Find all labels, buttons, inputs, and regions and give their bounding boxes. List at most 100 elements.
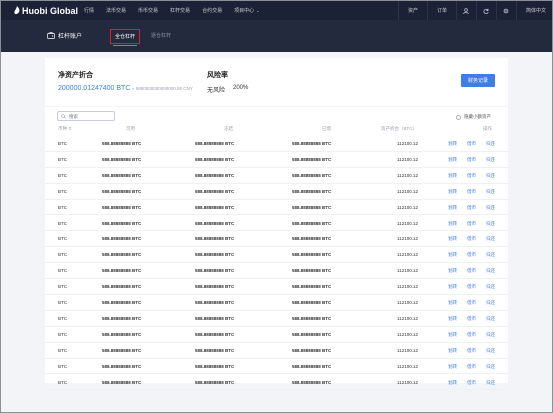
cell-value-btc: 112100.12: [397, 204, 418, 210]
borrow-action[interactable]: 借币: [467, 364, 476, 370]
borrow-action[interactable]: 借币: [467, 173, 476, 179]
transfer-action[interactable]: 划转: [448, 332, 457, 338]
top-right-menu: 资产 订单 简体中文: [397, 1, 552, 20]
repay-action[interactable]: 归还: [486, 141, 495, 147]
cell-frozen: 588.88888888 BTC: [195, 204, 235, 210]
transfer-action[interactable]: 划转: [448, 348, 457, 354]
cell-available: 588.88888888 BTC: [102, 379, 142, 385]
borrow-action[interactable]: 借币: [467, 205, 476, 211]
repay-action[interactable]: 归还: [486, 348, 495, 354]
cell-frozen: 588.88888888 BTC: [195, 236, 235, 242]
cell-frozen: 588.88888888 BTC: [195, 300, 235, 305]
cell-available: 588.88888888 BTC: [102, 141, 142, 146]
cell-frozen: 588.88888888 BTC: [195, 268, 235, 274]
cell-available: 588.88888888 BTC: [102, 331, 142, 337]
refresh-icon: [484, 8, 490, 14]
cell-available: 588.88888888 BTC: [102, 252, 142, 258]
tab-isolated-margin[interactable]: 逐仓杠杆: [151, 32, 171, 39]
settings-button[interactable]: [495, 1, 516, 20]
cell-borrowed: 588.88888888 BTC: [292, 347, 332, 353]
repay-action[interactable]: 归还: [486, 189, 495, 195]
repay-action[interactable]: 归还: [486, 157, 495, 163]
cell-value-btc: 112100.12: [397, 141, 418, 146]
nav-exchange[interactable]: 币币交易: [138, 7, 158, 14]
repay-action[interactable]: 归还: [486, 284, 495, 290]
repay-action[interactable]: 归还: [486, 221, 495, 227]
search-box[interactable]: [57, 111, 115, 121]
transfer-action[interactable]: 划转: [448, 157, 457, 163]
cell-coin: BTC: [58, 236, 67, 242]
table-header: 币种 ⇕ 可用 冻结 已借 资产折合（BTC） 操作: [45, 126, 508, 136]
user-button[interactable]: [455, 1, 476, 20]
transfer-action[interactable]: 划转: [448, 141, 457, 147]
header-frozen: 冻结: [224, 126, 233, 131]
repay-action[interactable]: 归还: [486, 332, 495, 338]
borrow-action[interactable]: 借币: [467, 189, 476, 195]
transfer-action[interactable]: 划转: [448, 316, 457, 322]
borrow-action[interactable]: 借币: [467, 332, 476, 338]
transfer-action[interactable]: 划转: [448, 268, 457, 274]
repay-action[interactable]: 归还: [486, 364, 495, 370]
transfer-action[interactable]: 划转: [448, 221, 457, 227]
net-assets-cny: ≈ 5880000000000000.88 CNY: [132, 86, 193, 91]
transfer-action[interactable]: 划转: [448, 380, 457, 386]
assets-label: 资产: [407, 8, 418, 14]
transfer-action[interactable]: 划转: [448, 284, 457, 290]
cell-coin: BTC: [58, 347, 67, 353]
cell-borrowed: 588.88888888 BTC: [292, 331, 332, 337]
borrow-action[interactable]: 借币: [467, 284, 476, 290]
table-row: BTC 588.88888888 BTC 588.88888888 BTC 588.8…: [45, 327, 508, 343]
net-assets-label: 净资产折合: [58, 72, 93, 79]
borrow-action[interactable]: 借币: [467, 236, 476, 242]
transfer-action[interactable]: 划转: [448, 173, 457, 179]
transfer-action[interactable]: 划转: [448, 189, 457, 195]
borrow-action[interactable]: 借币: [467, 141, 476, 147]
repay-action[interactable]: 归还: [486, 252, 495, 258]
cell-value-btc: 112100.12: [397, 252, 418, 258]
cell-available: 588.88888888 BTC: [102, 347, 142, 353]
borrow-action[interactable]: 借币: [467, 380, 476, 386]
transfer-action[interactable]: 划转: [448, 236, 457, 242]
borrow-action[interactable]: 借币: [467, 157, 476, 163]
language-selector[interactable]: 简体中文: [515, 1, 552, 20]
search-input[interactable]: [69, 113, 113, 119]
financial-records-button[interactable]: 财务记录: [461, 74, 495, 87]
nav-market[interactable]: 行情: [84, 7, 94, 14]
cell-available: 588.88888888 BTC: [102, 284, 142, 290]
repay-action[interactable]: 归还: [486, 173, 495, 179]
transfer-action[interactable]: 划转: [448, 205, 457, 211]
brand-logo[interactable]: Huobi Global: [14, 6, 84, 16]
tab-full-margin[interactable]: 全仓杠杆: [110, 29, 141, 46]
repay-action[interactable]: 归还: [486, 236, 495, 242]
cell-frozen: 588.88888888 BTC: [195, 188, 235, 194]
borrow-action[interactable]: 借币: [467, 221, 476, 227]
borrow-action[interactable]: 借币: [467, 252, 476, 258]
assets-link[interactable]: 资产: [397, 1, 427, 20]
transfer-action[interactable]: 划转: [448, 252, 457, 258]
nav-project-center[interactable]: 项目中心 ⌄: [234, 7, 259, 14]
nav-contract[interactable]: 合约交易: [202, 7, 222, 14]
repay-action[interactable]: 归还: [486, 205, 495, 211]
borrow-action[interactable]: 借币: [467, 348, 476, 354]
repay-action[interactable]: 归还: [486, 316, 495, 322]
refresh-button[interactable]: [475, 1, 496, 20]
nav-otc[interactable]: 法币交易: [106, 7, 126, 14]
sub-header: 杠杆账户 全仓杠杆 逐仓杠杆: [1, 20, 552, 52]
header-coin[interactable]: 币种 ⇕: [58, 126, 72, 132]
nav-margin[interactable]: 杠杆交易: [170, 7, 190, 14]
borrow-action[interactable]: 借币: [467, 300, 476, 306]
cell-borrowed: 588.88888888 BTC: [292, 284, 332, 290]
transfer-action[interactable]: 划转: [448, 364, 457, 370]
repay-action[interactable]: 归还: [486, 300, 495, 306]
hide-small-assets-toggle[interactable]: 隐藏小额资产: [456, 114, 491, 120]
cell-frozen: 588.88888888 BTC: [195, 331, 235, 337]
borrow-action[interactable]: 借币: [467, 268, 476, 274]
orders-link[interactable]: 订单: [426, 1, 456, 20]
repay-action[interactable]: 归还: [486, 380, 495, 386]
transfer-action[interactable]: 划转: [448, 300, 457, 306]
hide-small-label: 隐藏小额资产: [464, 114, 491, 119]
hide-small-radio[interactable]: [456, 114, 461, 120]
borrow-action[interactable]: 借币: [467, 316, 476, 322]
cell-borrowed: 588.88888888 BTC: [292, 141, 332, 146]
repay-action[interactable]: 归还: [486, 268, 495, 274]
